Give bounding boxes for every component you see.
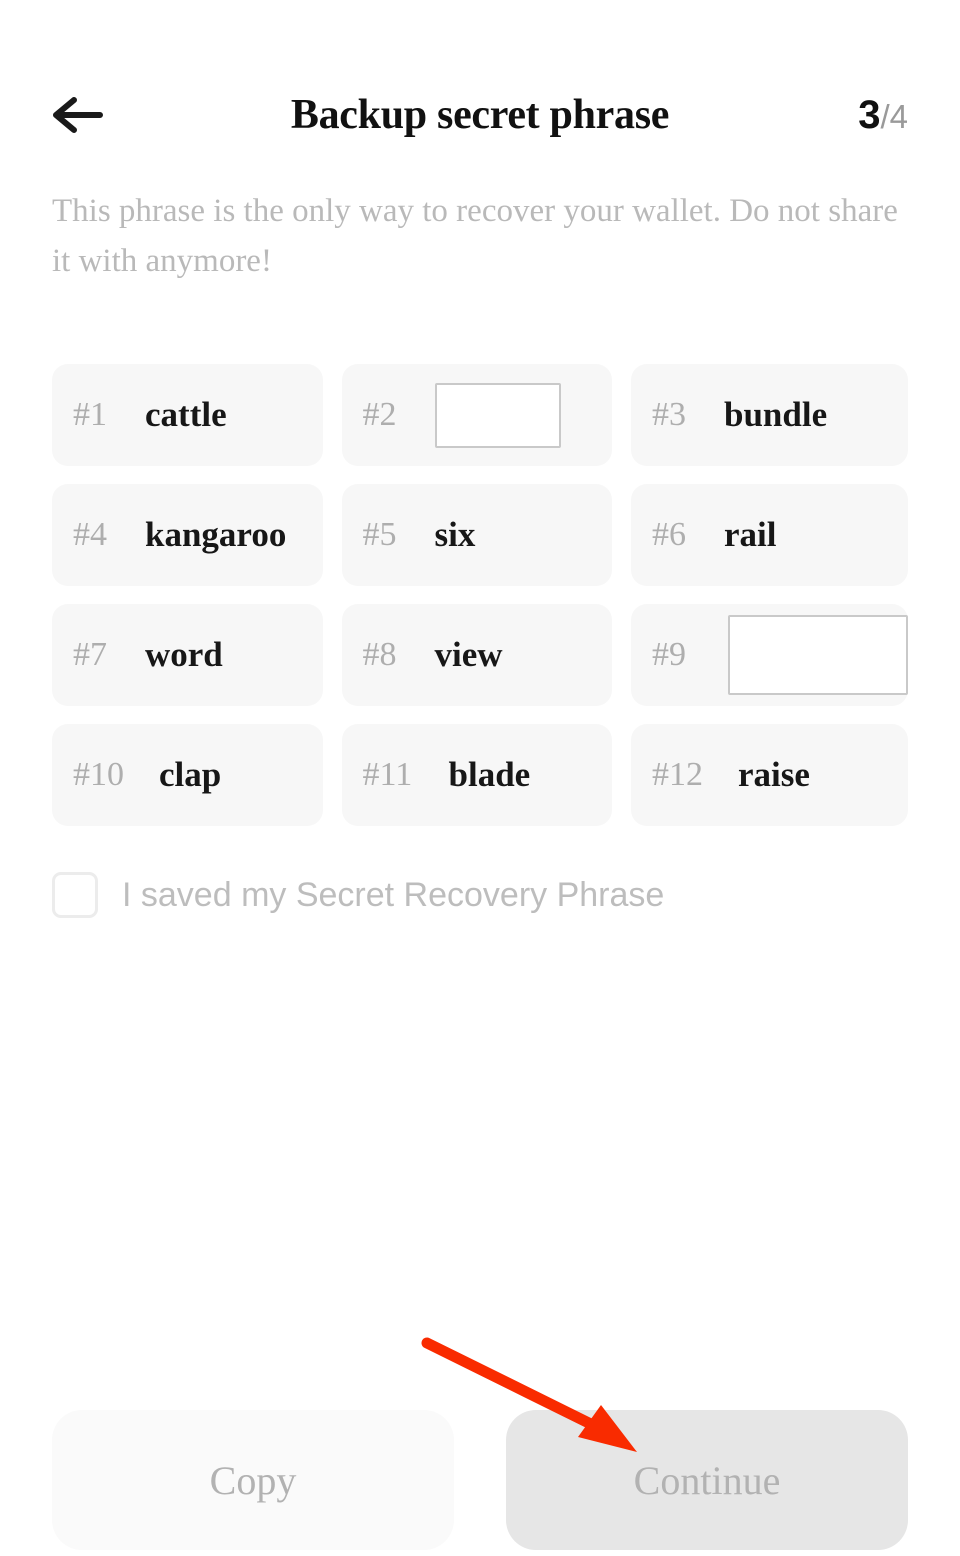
seed-word-cell-8[interactable]: #8 view: [341, 604, 612, 707]
seed-word-cell-4[interactable]: #4 kangaroo: [52, 484, 323, 587]
seed-word-text: cattle: [145, 395, 227, 435]
saved-phrase-checkbox-row[interactable]: I saved my Secret Recovery Phrase: [52, 872, 908, 919]
seed-word-index: #5: [362, 516, 397, 554]
page-title: Backup secret phrase: [290, 92, 670, 138]
step-total: /4: [880, 97, 908, 135]
step-indicator: 3/4: [858, 93, 908, 138]
seed-word-text: word: [145, 635, 223, 675]
seed-word-index: #9: [652, 636, 686, 674]
seed-word-cell-9[interactable]: #9: [631, 604, 908, 707]
seed-word-index: #11: [362, 756, 413, 794]
seed-word-cell-12[interactable]: #12 raise: [631, 724, 908, 827]
subtitle-text: This phrase is the only way to recover y…: [52, 193, 898, 280]
saved-phrase-label: I saved my Secret Recovery Phrase: [122, 875, 665, 914]
seed-word-input-2[interactable]: [434, 382, 561, 448]
seed-word-index: #1: [73, 396, 107, 434]
seed-word-text: raise: [738, 755, 810, 795]
seed-word-cell-3[interactable]: #3 bundle: [631, 364, 908, 467]
seed-word-index: #3: [652, 396, 686, 434]
seed-word-text: view: [434, 635, 503, 675]
seed-word-text: rail: [724, 515, 777, 555]
seed-word-index: #8: [362, 636, 397, 674]
seed-word-index: #12: [652, 756, 703, 794]
seed-word-cell-10[interactable]: #10 clap: [52, 724, 323, 827]
continue-button[interactable]: Continue: [506, 1410, 908, 1550]
copy-button[interactable]: Copy: [52, 1410, 454, 1550]
seed-word-text: kangaroo: [145, 515, 287, 555]
seed-word-text: clap: [159, 755, 222, 795]
seed-word-input-9[interactable]: [728, 615, 908, 696]
seed-word-cell-2[interactable]: #2: [341, 364, 612, 467]
step-current: 3: [858, 92, 881, 137]
backup-secret-phrase-screen: Backup secret phrase 3/4 This phrase is …: [0, 60, 960, 1556]
seed-word-index: #4: [73, 516, 107, 554]
seed-phrase-grid: #1 cattle #2 #3 bundle #4 kangaroo #5 si…: [52, 364, 908, 827]
seed-word-index: #6: [652, 516, 686, 554]
header: Backup secret phrase 3/4: [52, 60, 908, 170]
seed-word-cell-11[interactable]: #11 blade: [341, 724, 612, 827]
saved-phrase-checkbox[interactable]: [52, 872, 98, 919]
seed-word-cell-6[interactable]: #6 rail: [631, 484, 908, 587]
back-button[interactable]: [52, 86, 110, 144]
seed-word-text: blade: [448, 755, 531, 795]
seed-word-text: six: [434, 515, 476, 555]
seed-word-cell-1[interactable]: #1 cattle: [52, 364, 323, 467]
seed-word-cell-5[interactable]: #5 six: [341, 484, 612, 587]
seed-word-text: bundle: [724, 395, 828, 435]
seed-word-index: #7: [73, 636, 107, 674]
footer-actions: Copy Continue: [52, 1410, 908, 1550]
arrow-left-icon: [52, 95, 104, 135]
seed-word-index: #10: [73, 756, 124, 794]
seed-word-cell-7[interactable]: #7 word: [52, 604, 323, 707]
seed-word-index: #2: [362, 396, 397, 434]
